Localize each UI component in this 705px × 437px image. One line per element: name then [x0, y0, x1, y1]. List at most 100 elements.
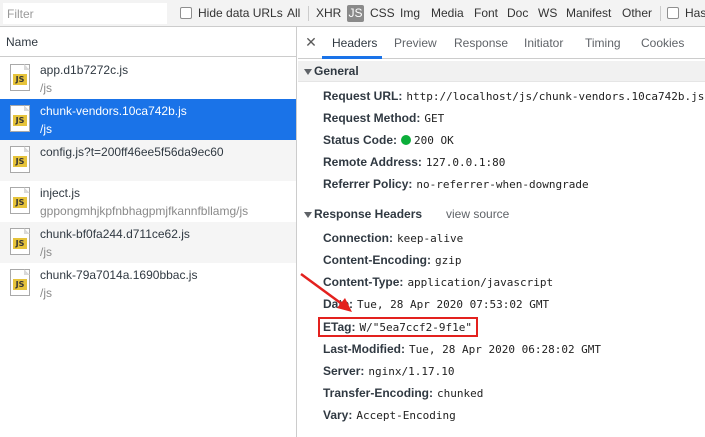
- filter-bar: Hide data URLs All XHR JS CSS Img Media …: [0, 0, 705, 27]
- header-key: Request Method:: [323, 111, 421, 125]
- tab-preview[interactable]: Preview: [394, 27, 437, 59]
- active-tab-indicator: [322, 56, 382, 59]
- header-value: Accept-Encoding: [356, 409, 456, 422]
- tab-headers[interactable]: Headers: [332, 27, 377, 59]
- section-title: General: [314, 64, 359, 78]
- divider: [660, 6, 661, 21]
- header-key: Referrer Policy:: [323, 177, 413, 191]
- request-path: /js: [40, 245, 52, 259]
- etag-highlight-box: [318, 317, 478, 337]
- type-filter-ws[interactable]: WS: [538, 0, 557, 27]
- js-file-icon: JS: [10, 269, 30, 296]
- request-list: Name JS app.d1b7272c.js /js JS chunk-ven…: [0, 27, 297, 437]
- type-filter-font[interactable]: Font: [474, 0, 498, 27]
- type-filter-doc[interactable]: Doc: [507, 0, 528, 27]
- request-path: /js: [40, 81, 52, 95]
- header-key: Remote Address:: [323, 155, 422, 169]
- remote-address-row: Remote Address: 127.0.0.1:80: [323, 154, 505, 170]
- request-name: config.js?t=200ff46ee5f56da9ec60: [40, 145, 224, 159]
- request-row[interactable]: JS app.d1b7272c.js /js: [0, 58, 296, 99]
- header-key: Request URL:: [323, 89, 403, 103]
- header-value: GET: [424, 112, 445, 125]
- request-details: ✕ Headers Preview Response Initiator Tim…: [298, 27, 705, 437]
- js-file-icon: JS: [10, 64, 30, 91]
- header-value: Tue, 28 Apr 2020 06:28:02 GMT: [409, 343, 602, 356]
- header-key: Vary:: [323, 408, 353, 422]
- type-filter-manifest[interactable]: Manifest: [566, 0, 611, 27]
- response-headers-section-header[interactable]: Response Headers view source: [298, 204, 705, 225]
- header-value: application/javascript: [407, 276, 554, 289]
- name-column-header[interactable]: Name: [0, 27, 296, 57]
- header-key: Status Code:: [323, 133, 398, 147]
- request-method-row: Request Method: GET: [323, 110, 444, 126]
- js-file-icon: JS: [10, 105, 30, 132]
- header-value: 127.0.0.1:80: [425, 156, 506, 169]
- server-row: Server: nginx/1.17.10: [323, 363, 454, 379]
- view-source-link[interactable]: view source: [446, 204, 509, 225]
- referrer-policy-row: Referrer Policy: no-referrer-when-downgra…: [323, 176, 589, 192]
- filter-input[interactable]: [3, 3, 167, 24]
- tab-initiator[interactable]: Initiator: [524, 27, 563, 59]
- request-path: /js: [40, 286, 52, 300]
- has-label: Has: [685, 6, 705, 20]
- connection-row: Connection: keep-alive: [323, 230, 463, 246]
- request-row[interactable]: JS config.js?t=200ff46ee5f56da9ec60: [0, 140, 296, 181]
- request-url-row: Request URL: http://localhost/js/chunk-ve…: [323, 88, 704, 104]
- collapse-triangle-icon: [304, 69, 312, 75]
- collapse-triangle-icon: [304, 212, 312, 218]
- request-row[interactable]: JS chunk-bf0fa244.d711ce62.js /js: [0, 222, 296, 263]
- header-value: 200 OK: [414, 134, 454, 147]
- date-row: Date: Tue, 28 Apr 2020 07:53:02 GMT: [323, 296, 549, 312]
- type-filter-js[interactable]: JS: [347, 5, 364, 22]
- type-filter-xhr[interactable]: XHR: [316, 0, 341, 27]
- header-key: Content-Type:: [323, 275, 404, 289]
- section-title: Response Headers: [314, 207, 423, 221]
- header-key: Transfer-Encoding:: [323, 386, 434, 400]
- type-filter-all[interactable]: All: [287, 0, 300, 27]
- request-row[interactable]: JS inject.js gppongmhjkpfnbhagpmjfkannfb…: [0, 181, 296, 222]
- header-value: gzip: [434, 254, 462, 267]
- request-name: app.d1b7272c.js: [40, 63, 129, 77]
- request-name: chunk-vendors.10ca742b.js: [40, 104, 187, 118]
- request-row[interactable]: JS chunk-79a7014a.1690bbac.js /js: [0, 263, 296, 304]
- request-name: chunk-bf0fa244.d711ce62.js: [40, 227, 190, 241]
- type-filter-css[interactable]: CSS: [370, 0, 395, 27]
- header-value: Tue, 28 Apr 2020 07:53:02 GMT: [357, 298, 550, 311]
- js-file-icon: JS: [10, 228, 30, 255]
- header-key: Date:: [323, 297, 354, 311]
- vary-row: Vary: Accept-Encoding: [323, 407, 456, 423]
- hide-data-urls-label: Hide data URLs: [198, 6, 283, 20]
- header-value: no-referrer-when-downgrade: [416, 178, 589, 191]
- tab-timing[interactable]: Timing: [585, 27, 621, 59]
- request-name: chunk-79a7014a.1690bbac.js: [40, 268, 198, 282]
- header-value: chunked: [437, 387, 484, 400]
- request-path: /js: [40, 122, 52, 136]
- has-blocked-cookies-checkbox[interactable]: [667, 7, 679, 19]
- header-value: nginx/1.17.10: [368, 365, 455, 378]
- last-modified-row: Last-Modified: Tue, 28 Apr 2020 06:28:02 …: [323, 341, 601, 357]
- header-value: keep-alive: [397, 232, 464, 245]
- transfer-encoding-row: Transfer-Encoding: chunked: [323, 385, 483, 401]
- header-key: Connection:: [323, 231, 393, 245]
- tab-cookies[interactable]: Cookies: [641, 27, 684, 59]
- content-type-row: Content-Type: application/javascript: [323, 274, 553, 290]
- content-encoding-row: Content-Encoding: gzip: [323, 252, 461, 268]
- hide-data-urls-checkbox[interactable]: [180, 7, 192, 19]
- type-filter-img[interactable]: Img: [400, 0, 420, 27]
- header-key: Server:: [323, 364, 365, 378]
- divider: [308, 6, 309, 21]
- header-key: Content-Encoding:: [323, 253, 431, 267]
- js-file-icon: JS: [10, 146, 30, 173]
- type-filter-other[interactable]: Other: [622, 0, 652, 27]
- tab-response[interactable]: Response: [454, 27, 508, 59]
- type-filter-media[interactable]: Media: [431, 0, 464, 27]
- request-row-selected[interactable]: JS chunk-vendors.10ca742b.js /js: [0, 99, 296, 140]
- header-value: http://localhost/js/chunk-vendors.10ca74…: [406, 90, 705, 103]
- header-key: Last-Modified:: [323, 342, 405, 356]
- general-section-header[interactable]: General: [298, 61, 705, 82]
- status-ok-icon: [401, 135, 412, 145]
- request-path: gppongmhjkpfnbhagpmjfkannfbllamg/js: [40, 204, 249, 218]
- close-icon[interactable]: ✕: [304, 34, 318, 50]
- details-tab-bar: ✕ Headers Preview Response Initiator Tim…: [298, 27, 705, 59]
- js-file-icon: JS: [10, 187, 30, 214]
